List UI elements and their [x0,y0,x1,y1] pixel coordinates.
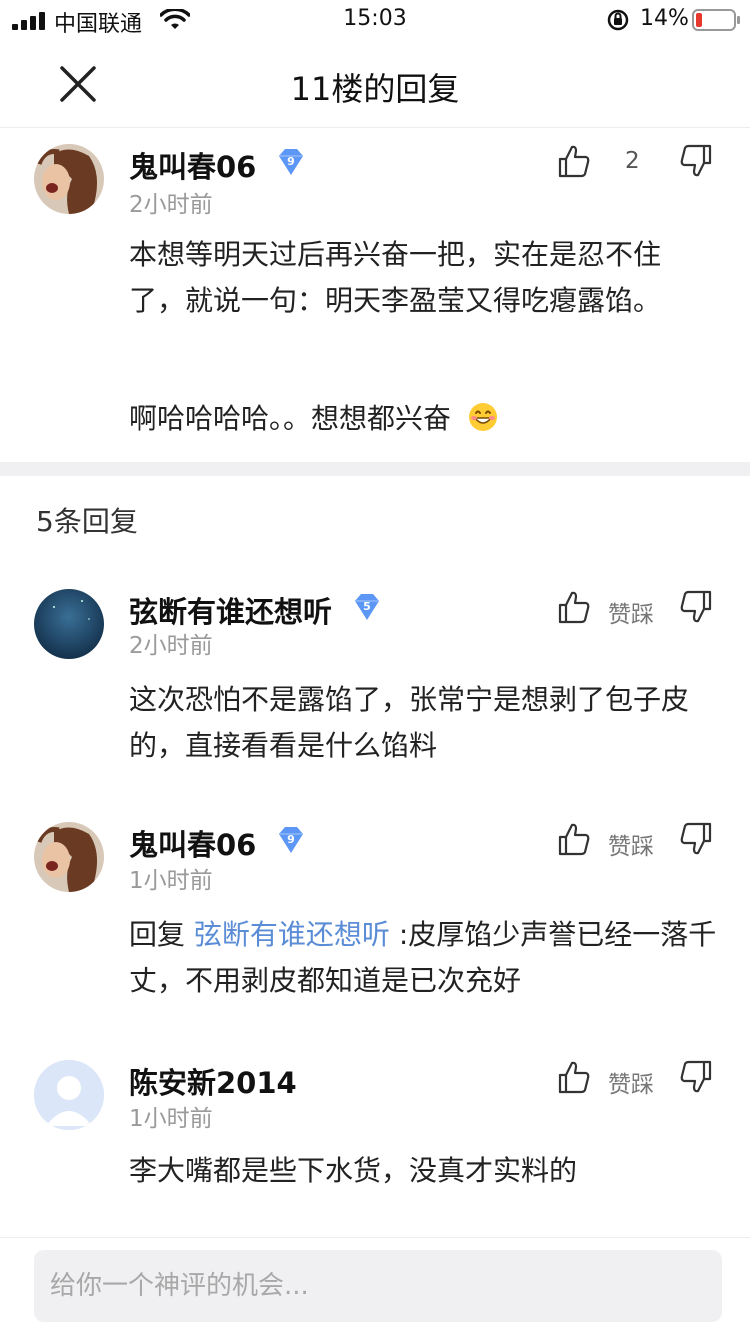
timestamp: 2小时前 [129,192,213,218]
thumbs-up-icon[interactable] [558,1060,590,1094]
like-count: 2 [625,148,640,174]
comment-input-bar [0,1237,750,1334]
grinning-emoji-icon [468,403,497,431]
avatar[interactable] [34,589,104,659]
reply-body: 这次恐怕不是露馅了，张常宁是想剥了包子皮的，直接看看是什么馅料 [129,683,690,762]
comment-input[interactable] [34,1250,722,1322]
nav-bar: 11楼的回复 [0,40,750,128]
thumbs-down-icon[interactable] [680,822,712,856]
thumbs-down-icon[interactable] [680,144,712,178]
svg-text:9: 9 [288,833,296,846]
like-label[interactable]: 赞踩 [608,595,654,629]
username[interactable]: 鬼叫春06 9 [129,144,306,187]
battery-percent: 14% [640,6,689,31]
thumbs-up-icon[interactable] [558,144,590,178]
like-label[interactable]: 赞踩 [608,1065,654,1099]
thumbs-up-icon[interactable] [558,822,590,856]
timestamp: 2小时前 [129,633,213,659]
like-label[interactable]: 赞踩 [608,827,654,861]
clock: 15:03 [343,6,407,31]
level-badge-icon: 5 [352,593,382,628]
reply-item: 弦断有谁还想听 5 2小时前 赞踩 这次恐怕不是露馅了，张常宁是想剥了包子皮的，… [0,585,750,800]
username[interactable]: 鬼叫春06 9 [129,822,306,865]
level-badge-icon: 9 [276,148,306,183]
comment-body-2: 啊哈哈哈哈。。想想都兴奋 [129,396,709,442]
thumbs-down-icon[interactable] [680,1060,712,1094]
reply-item: 鬼叫春06 9 1小时前 赞踩 回复 弦断有谁还想听 :皮厚馅少声誉已经一落千丈… [0,820,750,1035]
timestamp: 1小时前 [129,868,213,894]
mention-link[interactable]: 弦断有谁还想听 [194,918,390,951]
username[interactable]: 陈安新2014 [129,1060,297,1102]
avatar[interactable] [34,144,104,214]
svg-text:9: 9 [288,155,296,168]
thumbs-up-icon[interactable] [558,590,590,624]
level-badge-icon: 9 [276,826,306,861]
section-divider [0,462,750,476]
reply-body: 李大嘴都是些下水货，没真才实料的 [129,1154,578,1187]
page-title: 11楼的回复 [290,70,460,108]
svg-text:5: 5 [363,600,371,613]
battery-icon [692,9,740,31]
reply-item: 陈安新2014 1小时前 赞踩 李大嘴都是些下水货，没真才实料的 [0,1058,750,1233]
comment-body: 本想等明天过后再兴奋一把，实在是忍不住了，就说一句：明天李盈莹又得吃瘪露馅。 [129,238,662,317]
reply-body: 回复 弦断有谁还想听 :皮厚馅少声誉已经一落千丈，不用剥皮都知道是已次充好 [129,918,717,997]
avatar[interactable] [34,822,104,892]
timestamp: 1小时前 [129,1106,213,1132]
status-bar: 中国联通 15:03 14% [0,0,750,40]
avatar[interactable] [34,1060,104,1130]
main-comment: 鬼叫春06 9 2小时前 2 本想等明天过后再兴奋一把，实在是忍不住了，就说一句… [0,128,750,462]
reply-count-header: 5条回复 [36,505,138,538]
thumbs-down-icon[interactable] [680,590,712,624]
rotation-lock-icon [607,9,629,31]
